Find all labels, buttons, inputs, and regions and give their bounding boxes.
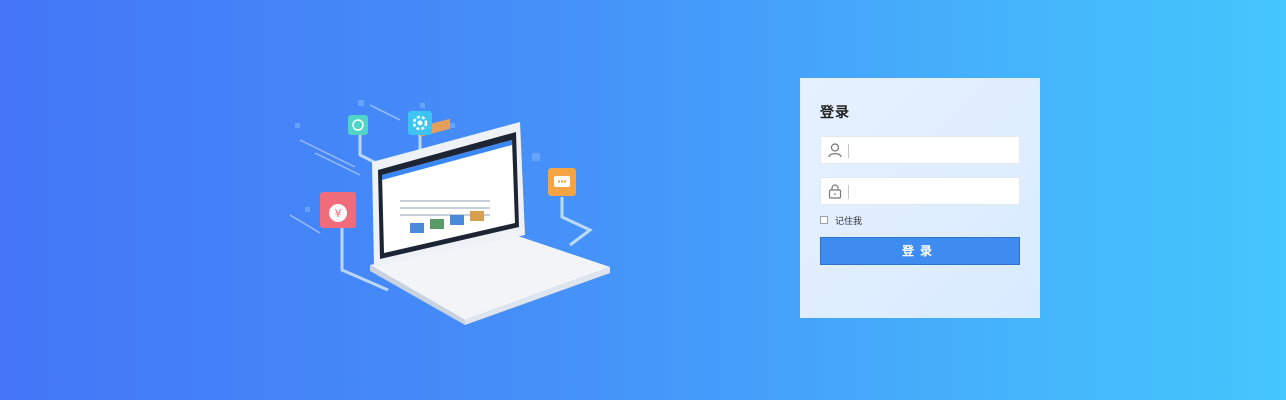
password-input[interactable] bbox=[853, 180, 1017, 204]
remember-me-label: 记住我 bbox=[835, 216, 863, 227]
user-icon bbox=[828, 143, 842, 158]
chat-icon-tile bbox=[348, 115, 368, 135]
username-input[interactable] bbox=[853, 139, 1017, 163]
svg-text:¥: ¥ bbox=[335, 207, 342, 220]
message-icon-tile bbox=[548, 168, 576, 196]
money-bag-icon-tile: ¥ bbox=[320, 192, 356, 228]
gear-icon-tile bbox=[408, 111, 432, 135]
remember-me[interactable]: 记住我 bbox=[820, 214, 863, 227]
input-divider bbox=[848, 185, 849, 199]
username-field[interactable] bbox=[820, 136, 1020, 164]
login-button[interactable]: 登录 bbox=[820, 237, 1020, 265]
hero-laptop-illustration: ¥ bbox=[289, 100, 610, 325]
input-divider bbox=[848, 144, 849, 158]
lock-icon bbox=[828, 184, 842, 199]
login-title: 登录 bbox=[820, 105, 850, 121]
login-panel: 登录 记住我 登录 bbox=[800, 78, 1040, 318]
password-field[interactable] bbox=[820, 177, 1020, 205]
remember-me-checkbox[interactable] bbox=[820, 216, 828, 224]
